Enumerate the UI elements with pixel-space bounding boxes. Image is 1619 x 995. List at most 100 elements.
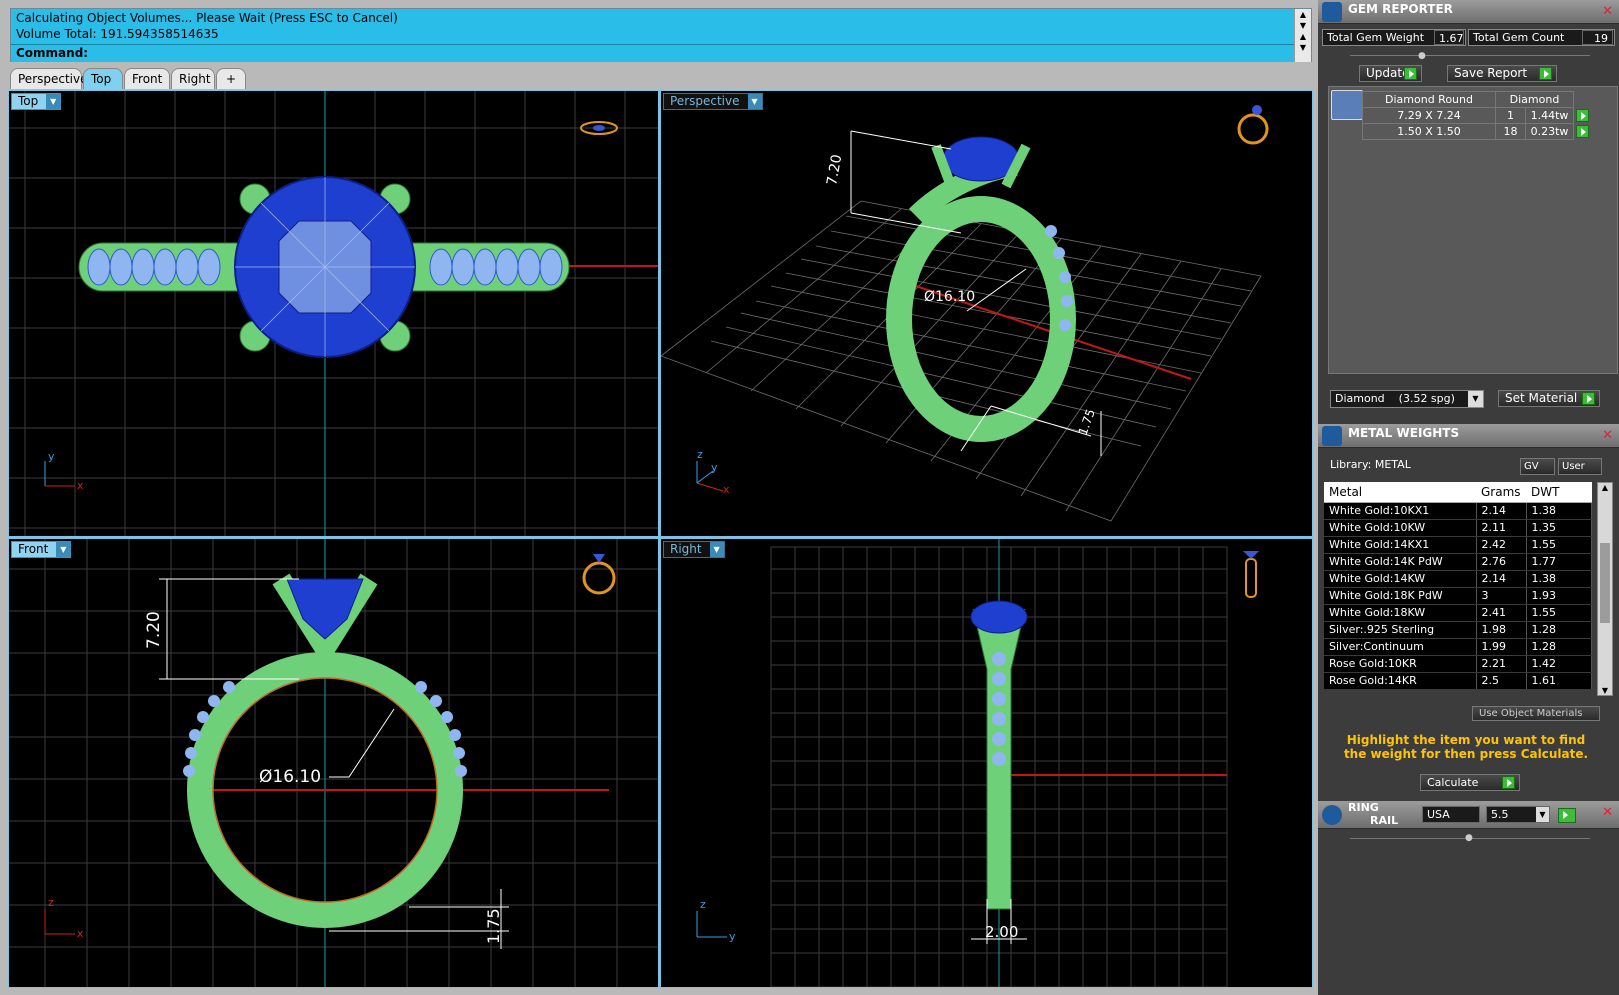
ring-size-country-field[interactable]: USA <box>1422 806 1480 823</box>
viewport-front[interactable]: 7.20 Ø16.10 1.75 z x Front ▼ <box>9 539 658 987</box>
table-row[interactable]: White Gold:10KX1 2.14 1.38 <box>1324 502 1592 520</box>
viewport-label-front[interactable]: Front ▼ <box>11 541 72 558</box>
close-icon[interactable]: ✕ <box>1602 428 1613 443</box>
command-scrollbar[interactable]: ▲ ▼ ▲ ▼ <box>1294 9 1311 62</box>
grams-cell: 3 <box>1476 587 1527 605</box>
chevron-down-icon[interactable]: ▼ <box>1468 391 1483 407</box>
tab-right[interactable]: Right <box>171 68 215 89</box>
table-row[interactable]: Rose Gold:10KR 2.21 1.42 <box>1324 655 1592 673</box>
table-row[interactable]: White Gold:18KW 2.41 1.55 <box>1324 604 1592 622</box>
chevron-down-icon[interactable]: ▼ <box>1536 807 1549 822</box>
viewport-label-top[interactable]: Top ▼ <box>11 93 62 110</box>
save-report-go-icon[interactable] <box>1539 67 1552 80</box>
gem-type-header: Diamond <box>1495 91 1574 108</box>
metal-column-header[interactable]: Metal <box>1324 482 1476 503</box>
close-icon[interactable]: ✕ <box>1602 4 1613 19</box>
metal-table-scrollbar[interactable]: ▲ ▼ <box>1597 482 1613 696</box>
perspective-view-canvas: 7.20 Ø16.10 1.75 z y x <box>661 105 1269 522</box>
ring-rail-go-icon[interactable] <box>1558 808 1576 823</box>
close-icon[interactable]: ✕ <box>1602 805 1613 820</box>
chevron-down-icon[interactable]: ▼ <box>747 94 762 109</box>
user-toggle[interactable]: User <box>1558 458 1602 475</box>
app-window: Calculating Object Volumes... Please Wai… <box>0 0 1619 995</box>
viewport-right[interactable]: 2.00 z y Right ▼ <box>661 539 1312 987</box>
dwt-cell: 1.93 <box>1526 587 1592 605</box>
table-row[interactable]: White Gold:14KX1 2.42 1.55 <box>1324 536 1592 554</box>
gem-reporter-icon <box>1322 2 1342 22</box>
right-view-canvas: 2.00 z y <box>696 539 1259 987</box>
gem-weight-cell: 0.23tw <box>1525 123 1574 140</box>
scroll-thumb[interactable] <box>1600 543 1610 623</box>
chevron-down-icon[interactable]: ▼ <box>709 542 724 557</box>
grams-cell: 2.21 <box>1476 655 1527 673</box>
viewport-perspective[interactable]: 7.20 Ø16.10 1.75 z y x Perspective ▼ <box>661 91 1312 536</box>
axis-indicator-right: z y <box>696 898 736 943</box>
dwt-column-header[interactable]: DWT <box>1526 482 1592 503</box>
viewport-top[interactable]: y x Top ▼ <box>9 91 658 536</box>
splitter-handle-icon[interactable]: ● <box>1465 833 1473 843</box>
use-object-materials-label: Use Object Materials <box>1479 708 1583 719</box>
axis-indicator-top: y x <box>44 450 84 492</box>
set-material-label: Set Material <box>1505 391 1578 405</box>
metal-name-cell: Silver:Continuum <box>1324 638 1477 656</box>
command-line-input[interactable]: Command: <box>11 44 1294 62</box>
metal-name-cell: Rose Gold:10KR <box>1324 655 1477 673</box>
dwt-cell: 1.38 <box>1526 570 1592 588</box>
table-row[interactable]: White Gold:14KW 2.14 1.38 <box>1324 570 1592 588</box>
axis-z-label: z <box>697 448 703 461</box>
table-row[interactable]: White Gold:18K PdW 3 1.93 <box>1324 587 1592 605</box>
viewport-label-right[interactable]: Right ▼ <box>663 541 725 558</box>
scroll-up-icon-2[interactable]: ▲ <box>1295 31 1311 42</box>
ring-size-select[interactable]: 5.5 ▼ <box>1486 806 1550 823</box>
command-message: Calculating Object Volumes... Please Wai… <box>16 11 398 25</box>
splitter-handle-icon[interactable]: ● <box>1418 51 1426 61</box>
viewport-label-right-text: Right <box>670 542 702 556</box>
gem-size-cell: 1.50 X 1.50 <box>1362 123 1496 140</box>
viewport-label-perspective-text: Perspective <box>670 94 740 108</box>
table-row[interactable]: Rose Gold:14KR 2.5 1.61 <box>1324 672 1592 690</box>
metal-weights-header: METAL WEIGHTS ✕ <box>1318 424 1619 448</box>
scroll-down-icon-2[interactable]: ▼ <box>1295 42 1311 53</box>
scroll-down-icon[interactable]: ▼ <box>1295 20 1311 31</box>
calculate-label: Calculate <box>1427 776 1479 789</box>
table-row[interactable]: 7.29 X 7.24 1 1.44tw <box>1362 107 1574 124</box>
material-select[interactable]: Diamond (3.52 spg) ▼ <box>1330 390 1484 408</box>
grams-column-header[interactable]: Grams <box>1476 482 1526 503</box>
metal-weights-icon <box>1322 426 1342 446</box>
viewports-area: y x Top ▼ 7.20 Ø16.10 1.75 z y x Perspec… <box>8 90 1313 988</box>
tab-top[interactable]: Top <box>83 68 123 89</box>
table-row[interactable]: Silver:Continuum 1.99 1.28 <box>1324 638 1592 656</box>
user-label: User <box>1562 461 1585 472</box>
tab-front[interactable]: Front <box>124 68 170 89</box>
gem-row-go-icon[interactable] <box>1576 125 1589 138</box>
scroll-up-icon[interactable]: ▲ <box>1295 9 1311 20</box>
add-tab-icon[interactable]: + <box>216 68 246 89</box>
update-go-icon[interactable] <box>1404 67 1417 80</box>
use-object-materials-button[interactable]: Use Object Materials <box>1472 706 1600 721</box>
axis-x-label: x <box>77 927 84 940</box>
calculate-go-icon[interactable] <box>1502 776 1515 789</box>
perspective-shank-dim: 1.75 <box>1076 407 1098 437</box>
gv-toggle[interactable]: GV <box>1520 458 1555 475</box>
table-row[interactable]: White Gold:10KW 2.11 1.35 <box>1324 519 1592 537</box>
tab-perspective[interactable]: Perspective <box>10 68 88 89</box>
table-header-row: Metal Grams DWT <box>1324 482 1592 503</box>
gv-label: GV <box>1524 461 1539 472</box>
dwt-cell: 1.77 <box>1526 553 1592 571</box>
gem-row-go-icon[interactable] <box>1576 109 1589 122</box>
scroll-down-icon[interactable]: ▼ <box>1598 686 1612 695</box>
table-row[interactable]: Silver:.925 Sterling 1.98 1.28 <box>1324 621 1592 639</box>
axis-indicator-perspective: z y x <box>696 448 730 496</box>
axis-y-label: y <box>48 450 55 463</box>
viewport-label-perspective[interactable]: Perspective ▼ <box>663 93 763 110</box>
set-material-go-icon[interactable] <box>1582 392 1595 405</box>
scroll-up-icon[interactable]: ▲ <box>1598 483 1612 492</box>
right-width-dim: 2.00 <box>985 923 1018 941</box>
table-row[interactable]: White Gold:14K PdW 2.76 1.77 <box>1324 553 1592 571</box>
chevron-down-icon[interactable]: ▼ <box>46 94 61 109</box>
volume-total-text: Volume Total: 191.594358514635 <box>16 27 219 41</box>
axis-z-label: z <box>48 896 54 909</box>
chevron-down-icon[interactable]: ▼ <box>56 542 71 557</box>
table-row[interactable]: 1.50 X 1.50 18 0.23tw <box>1362 123 1574 140</box>
metal-name-cell: White Gold:14K PdW <box>1324 553 1477 571</box>
